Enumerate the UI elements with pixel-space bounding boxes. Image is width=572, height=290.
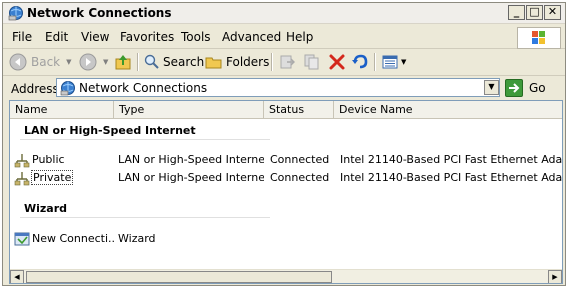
address-label: Address bbox=[11, 82, 59, 96]
minimize-button[interactable]: _ bbox=[508, 5, 525, 20]
up-folder-icon bbox=[115, 55, 131, 70]
folders-button[interactable]: Folders bbox=[205, 53, 269, 71]
delete-button[interactable] bbox=[328, 53, 346, 71]
windows-flag-icon bbox=[532, 31, 545, 44]
connections-list[interactable]: Name Type Status Device Name LAN or High… bbox=[9, 100, 563, 284]
menu-favorites[interactable]: Favorites bbox=[120, 30, 174, 44]
views-button[interactable]: ▼ bbox=[381, 53, 406, 71]
back-button[interactable]: Back ▼ bbox=[9, 53, 72, 71]
menu-view[interactable]: View bbox=[81, 30, 109, 44]
copy-to-button[interactable] bbox=[303, 53, 321, 71]
folders-label: Folders bbox=[226, 55, 270, 69]
lan-connection-icon bbox=[14, 172, 30, 186]
column-header-status[interactable]: Status bbox=[264, 101, 334, 118]
list-header: Name Type Status Device Name bbox=[10, 101, 562, 119]
address-value: Network Connections bbox=[79, 81, 208, 95]
network-globe-icon bbox=[60, 81, 75, 96]
network-connections-window: Network Connections _ □ ✕ File Edit View… bbox=[2, 2, 566, 286]
address-dropdown-button[interactable]: ▼ bbox=[484, 80, 499, 95]
address-input[interactable]: Network Connections ▼ bbox=[56, 78, 500, 97]
go-label: Go bbox=[529, 80, 546, 95]
back-label: Back bbox=[31, 55, 61, 69]
menu-bar: File Edit View Favorites Tools Advanced … bbox=[3, 25, 565, 49]
column-header-device-name[interactable]: Device Name bbox=[334, 101, 562, 118]
row-name: Private bbox=[31, 170, 74, 185]
menu-advanced[interactable]: Advanced bbox=[222, 30, 281, 44]
group-header-wizard: Wizard bbox=[24, 202, 68, 215]
search-button[interactable]: Search bbox=[143, 53, 204, 71]
menu-help[interactable]: Help bbox=[286, 30, 313, 44]
horizontal-scrollbar[interactable]: ◀ ▶ bbox=[10, 269, 562, 283]
menu-tools[interactable]: Tools bbox=[181, 30, 211, 44]
menu-file[interactable]: File bbox=[12, 30, 32, 44]
row-status: Connected bbox=[270, 171, 330, 184]
group-divider bbox=[20, 217, 270, 218]
group-divider bbox=[20, 139, 270, 140]
row-device: Intel 21140-Based PCI Fast Ethernet Adap… bbox=[340, 171, 562, 184]
new-connection-wizard-icon bbox=[14, 232, 30, 246]
forward-button[interactable]: ▼ bbox=[79, 53, 108, 71]
undo-button[interactable] bbox=[351, 53, 369, 71]
row-name: New Connecti... bbox=[32, 232, 116, 245]
close-button[interactable]: ✕ bbox=[544, 5, 561, 20]
search-label: Search bbox=[163, 55, 205, 69]
toolbar-separator bbox=[271, 53, 273, 71]
window-title: Network Connections bbox=[27, 6, 172, 20]
scroll-left-button[interactable]: ◀ bbox=[10, 270, 24, 283]
move-to-button[interactable] bbox=[278, 53, 296, 71]
list-item[interactable]: Public LAN or High-Speed Internet Connec… bbox=[10, 152, 562, 168]
scroll-thumb[interactable] bbox=[26, 271, 332, 283]
copy-to-icon bbox=[304, 54, 319, 70]
maximize-button[interactable]: □ bbox=[526, 5, 543, 20]
go-button[interactable]: Go bbox=[505, 78, 557, 97]
row-name: Public bbox=[32, 153, 65, 166]
lan-connection-icon bbox=[14, 154, 30, 168]
network-globe-icon bbox=[8, 6, 23, 21]
list-item[interactable]: Private LAN or High-Speed Internet Conne… bbox=[10, 170, 562, 186]
list-item[interactable]: New Connecti... Wizard bbox=[10, 231, 562, 247]
column-header-type[interactable]: Type bbox=[114, 101, 264, 118]
toolbar-separator bbox=[137, 53, 139, 71]
row-device: Intel 21140-Based PCI Fast Ethernet Adap… bbox=[340, 153, 562, 166]
forward-dropdown-icon[interactable]: ▼ bbox=[103, 58, 108, 66]
row-type: LAN or High-Speed Internet bbox=[118, 153, 264, 166]
delete-x-icon bbox=[329, 54, 345, 70]
up-folder-button[interactable] bbox=[114, 53, 132, 71]
back-arrow-icon bbox=[9, 53, 27, 71]
standard-toolbar: Back ▼ ▼ Search Folders ▼ bbox=[3, 49, 565, 76]
column-header-name[interactable]: Name bbox=[10, 101, 114, 118]
scroll-right-button[interactable]: ▶ bbox=[548, 270, 562, 283]
forward-arrow-icon bbox=[79, 53, 97, 71]
title-bar[interactable]: Network Connections _ □ ✕ bbox=[3, 3, 565, 24]
toolbar-separator bbox=[374, 53, 376, 71]
group-header-lan: LAN or High-Speed Internet bbox=[24, 124, 196, 137]
row-type: Wizard bbox=[118, 232, 156, 245]
row-status: Connected bbox=[270, 153, 330, 166]
views-dropdown-icon[interactable]: ▼ bbox=[401, 58, 406, 66]
menu-edit[interactable]: Edit bbox=[45, 30, 68, 44]
go-arrow-icon bbox=[505, 78, 523, 97]
back-dropdown-icon[interactable]: ▼ bbox=[66, 58, 71, 66]
move-to-icon bbox=[280, 55, 295, 69]
row-type: LAN or High-Speed Internet bbox=[118, 171, 264, 184]
views-grid-icon bbox=[382, 55, 398, 69]
undo-arrow-icon bbox=[352, 54, 368, 69]
search-icon bbox=[144, 54, 159, 69]
windows-logo bbox=[517, 27, 561, 49]
folders-icon bbox=[205, 57, 222, 69]
address-bar: Address Network Connections ▼ Go bbox=[3, 76, 565, 100]
